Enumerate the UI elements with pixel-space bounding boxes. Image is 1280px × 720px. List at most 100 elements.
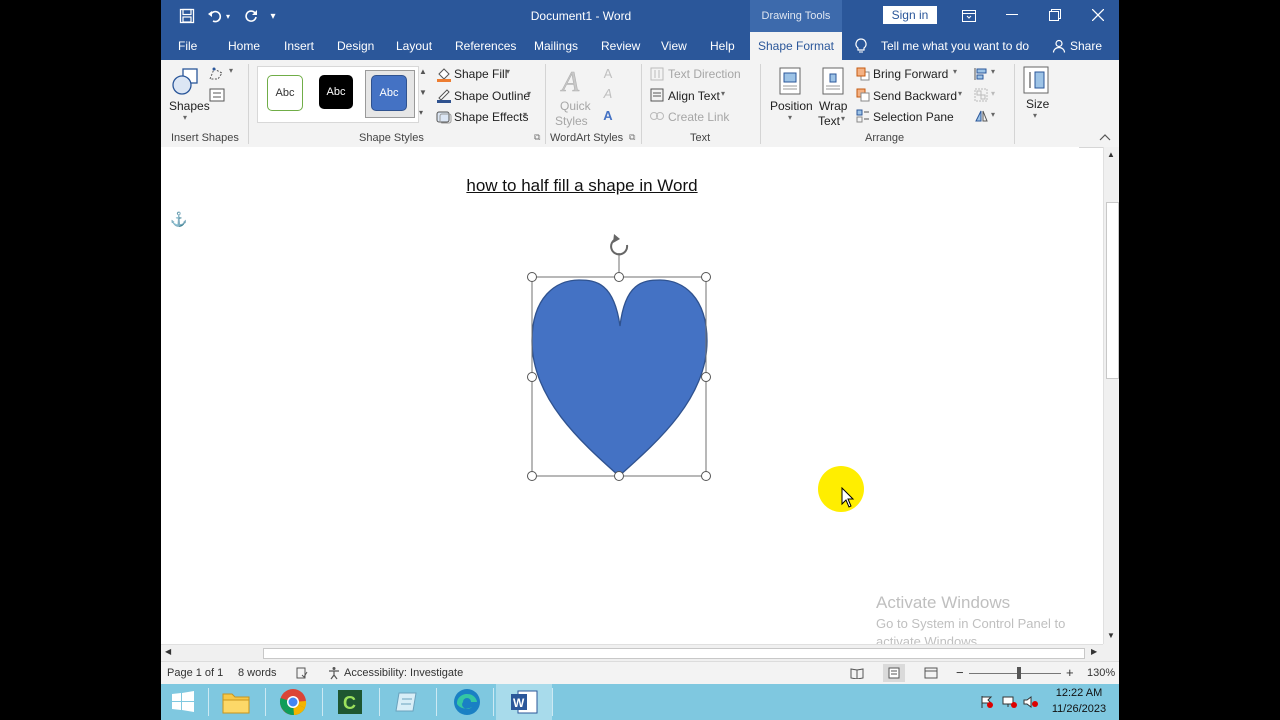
shape-outline-dropdown-icon[interactable]: ▾	[527, 89, 531, 98]
heart-shape[interactable]	[531, 279, 708, 477]
rotate-objects-dropdown-icon[interactable]: ▾	[991, 110, 995, 119]
shape-outline-icon[interactable]	[436, 87, 452, 103]
edit-shape-icon[interactable]	[207, 66, 227, 82]
shape-style-preset-blue[interactable]: Abc	[371, 75, 407, 111]
resize-handle-top-left[interactable]	[527, 272, 537, 282]
word-taskbar-icon[interactable]: W	[496, 684, 552, 720]
wordart-launcher-icon[interactable]: ⧉	[629, 132, 635, 143]
shape-fill-icon[interactable]	[436, 66, 452, 82]
chrome-icon[interactable]	[265, 684, 321, 720]
accessibility-icon[interactable]	[326, 666, 342, 680]
tab-shape-format[interactable]: Shape Format	[750, 32, 842, 60]
close-icon[interactable]	[1076, 0, 1119, 30]
print-layout-icon[interactable]	[883, 664, 905, 682]
accessibility-status[interactable]: Accessibility: Investigate	[344, 667, 463, 679]
taskbar-clock-date[interactable]: 11/26/2023	[1047, 703, 1111, 715]
text-outline-icon[interactable]: A	[601, 86, 615, 101]
camtasia-icon[interactable]: C	[322, 684, 378, 720]
quick-styles-label-1[interactable]: Quick	[560, 99, 591, 113]
tab-help[interactable]: Help	[710, 32, 735, 60]
rotate-handle-icon[interactable]	[610, 234, 629, 256]
scroll-left-icon[interactable]: ◀	[165, 647, 171, 656]
shapes-icon[interactable]	[171, 66, 201, 98]
gallery-scroll-up-icon[interactable]: ▲	[419, 67, 427, 76]
position-icon[interactable]	[778, 66, 802, 96]
align-objects-dropdown-icon[interactable]: ▾	[991, 67, 995, 76]
rotate-objects-icon[interactable]	[973, 109, 989, 123]
resize-handle-bottom-right[interactable]	[701, 471, 711, 481]
position-dropdown-icon[interactable]: ▾	[788, 113, 792, 122]
maximize-icon[interactable]	[1033, 0, 1077, 30]
tab-home[interactable]: Home	[228, 32, 260, 60]
heart-shape-selection[interactable]	[521, 231, 721, 491]
text-effects-icon[interactable]: A	[601, 108, 615, 123]
send-backward-icon[interactable]	[855, 88, 871, 102]
align-text-button[interactable]: Align Text	[668, 89, 720, 103]
scroll-up-icon[interactable]: ▲	[1107, 150, 1115, 159]
shape-fill-dropdown-icon[interactable]: ▾	[506, 67, 510, 76]
zoom-in-icon[interactable]: +	[1066, 665, 1074, 680]
read-mode-icon[interactable]	[849, 666, 865, 680]
size-button[interactable]: Size	[1026, 97, 1049, 111]
selection-pane-button[interactable]: Selection Pane	[873, 110, 954, 124]
shape-effects-button[interactable]: Shape Effects	[454, 110, 529, 124]
bring-forward-dropdown-icon[interactable]: ▾	[953, 67, 957, 76]
quick-styles-icon[interactable]: A	[558, 66, 588, 96]
tab-file[interactable]: File	[178, 32, 197, 60]
position-button[interactable]: Position	[770, 99, 813, 113]
tray-volume-muted-icon[interactable]	[1023, 694, 1039, 710]
shape-outline-button[interactable]: Shape Outline	[454, 89, 530, 103]
wrap-text-label-1[interactable]: Wrap	[819, 99, 847, 113]
notepad-icon[interactable]	[379, 684, 435, 720]
horizontal-scrollbar[interactable]: ◀ ▶	[161, 644, 1103, 661]
shapes-dropdown-icon[interactable]: ▾	[183, 113, 187, 122]
shape-style-preset-outline[interactable]: Abc	[267, 75, 303, 111]
wrap-text-icon[interactable]	[821, 66, 845, 96]
file-explorer-icon[interactable]	[208, 684, 264, 720]
scroll-right-icon[interactable]: ▶	[1091, 647, 1097, 656]
resize-handle-left[interactable]	[527, 372, 537, 382]
tray-network-icon[interactable]	[1002, 694, 1018, 710]
text-direction-button[interactable]: Text Direction	[668, 67, 741, 81]
share-button[interactable]: Share	[1070, 32, 1102, 60]
align-text-dropdown-icon[interactable]: ▾	[721, 89, 725, 98]
tab-layout[interactable]: Layout	[396, 32, 432, 60]
bring-forward-button[interactable]: Bring Forward	[873, 67, 948, 81]
tell-me-search[interactable]: Tell me what you want to do	[881, 32, 1029, 60]
tab-insert[interactable]: Insert	[284, 32, 314, 60]
text-direction-icon[interactable]	[650, 67, 664, 81]
document-canvas[interactable]: how to half fill a shape in Word ⚓ Activ…	[161, 147, 1079, 646]
shape-fill-button[interactable]: Shape Fill	[454, 67, 507, 81]
text-fill-icon[interactable]: A	[601, 66, 615, 81]
group-objects-icon[interactable]	[973, 88, 989, 102]
resize-handle-top[interactable]	[614, 272, 624, 282]
size-icon[interactable]	[1023, 65, 1049, 95]
proofing-icon[interactable]	[295, 666, 309, 680]
web-layout-icon[interactable]	[923, 666, 939, 680]
zoom-level[interactable]: 130%	[1087, 667, 1115, 679]
zoom-slider-thumb[interactable]	[1017, 667, 1021, 679]
selection-pane-icon[interactable]	[855, 109, 871, 123]
align-objects-icon[interactable]	[973, 67, 989, 81]
align-text-icon[interactable]	[650, 88, 664, 102]
tab-design[interactable]: Design	[337, 32, 374, 60]
scroll-down-icon[interactable]: ▼	[1107, 631, 1115, 640]
size-dropdown-icon[interactable]: ▾	[1033, 111, 1037, 120]
shape-effects-dropdown-icon[interactable]: ▾	[523, 110, 527, 119]
anchor-icon[interactable]: ⚓	[170, 211, 187, 227]
bring-forward-icon[interactable]	[855, 67, 871, 81]
vertical-scrollbar[interactable]: ▲ ▼	[1103, 147, 1119, 644]
word-count[interactable]: 8 words	[238, 667, 277, 679]
zoom-out-icon[interactable]: −	[956, 665, 964, 680]
horizontal-scroll-thumb[interactable]	[263, 648, 1085, 659]
tray-flag-icon[interactable]	[979, 694, 995, 710]
resize-handle-bottom[interactable]	[614, 471, 624, 481]
tab-view[interactable]: View	[661, 32, 687, 60]
send-backward-dropdown-icon[interactable]: ▾	[958, 89, 962, 98]
ribbon-display-options-icon[interactable]	[959, 6, 979, 26]
share-person-icon[interactable]	[1051, 38, 1067, 54]
minimize-icon[interactable]	[990, 0, 1034, 30]
send-backward-button[interactable]: Send Backward	[873, 89, 957, 103]
tab-references[interactable]: References	[455, 32, 516, 60]
edit-shape-dropdown-icon[interactable]: ▾	[229, 66, 233, 75]
